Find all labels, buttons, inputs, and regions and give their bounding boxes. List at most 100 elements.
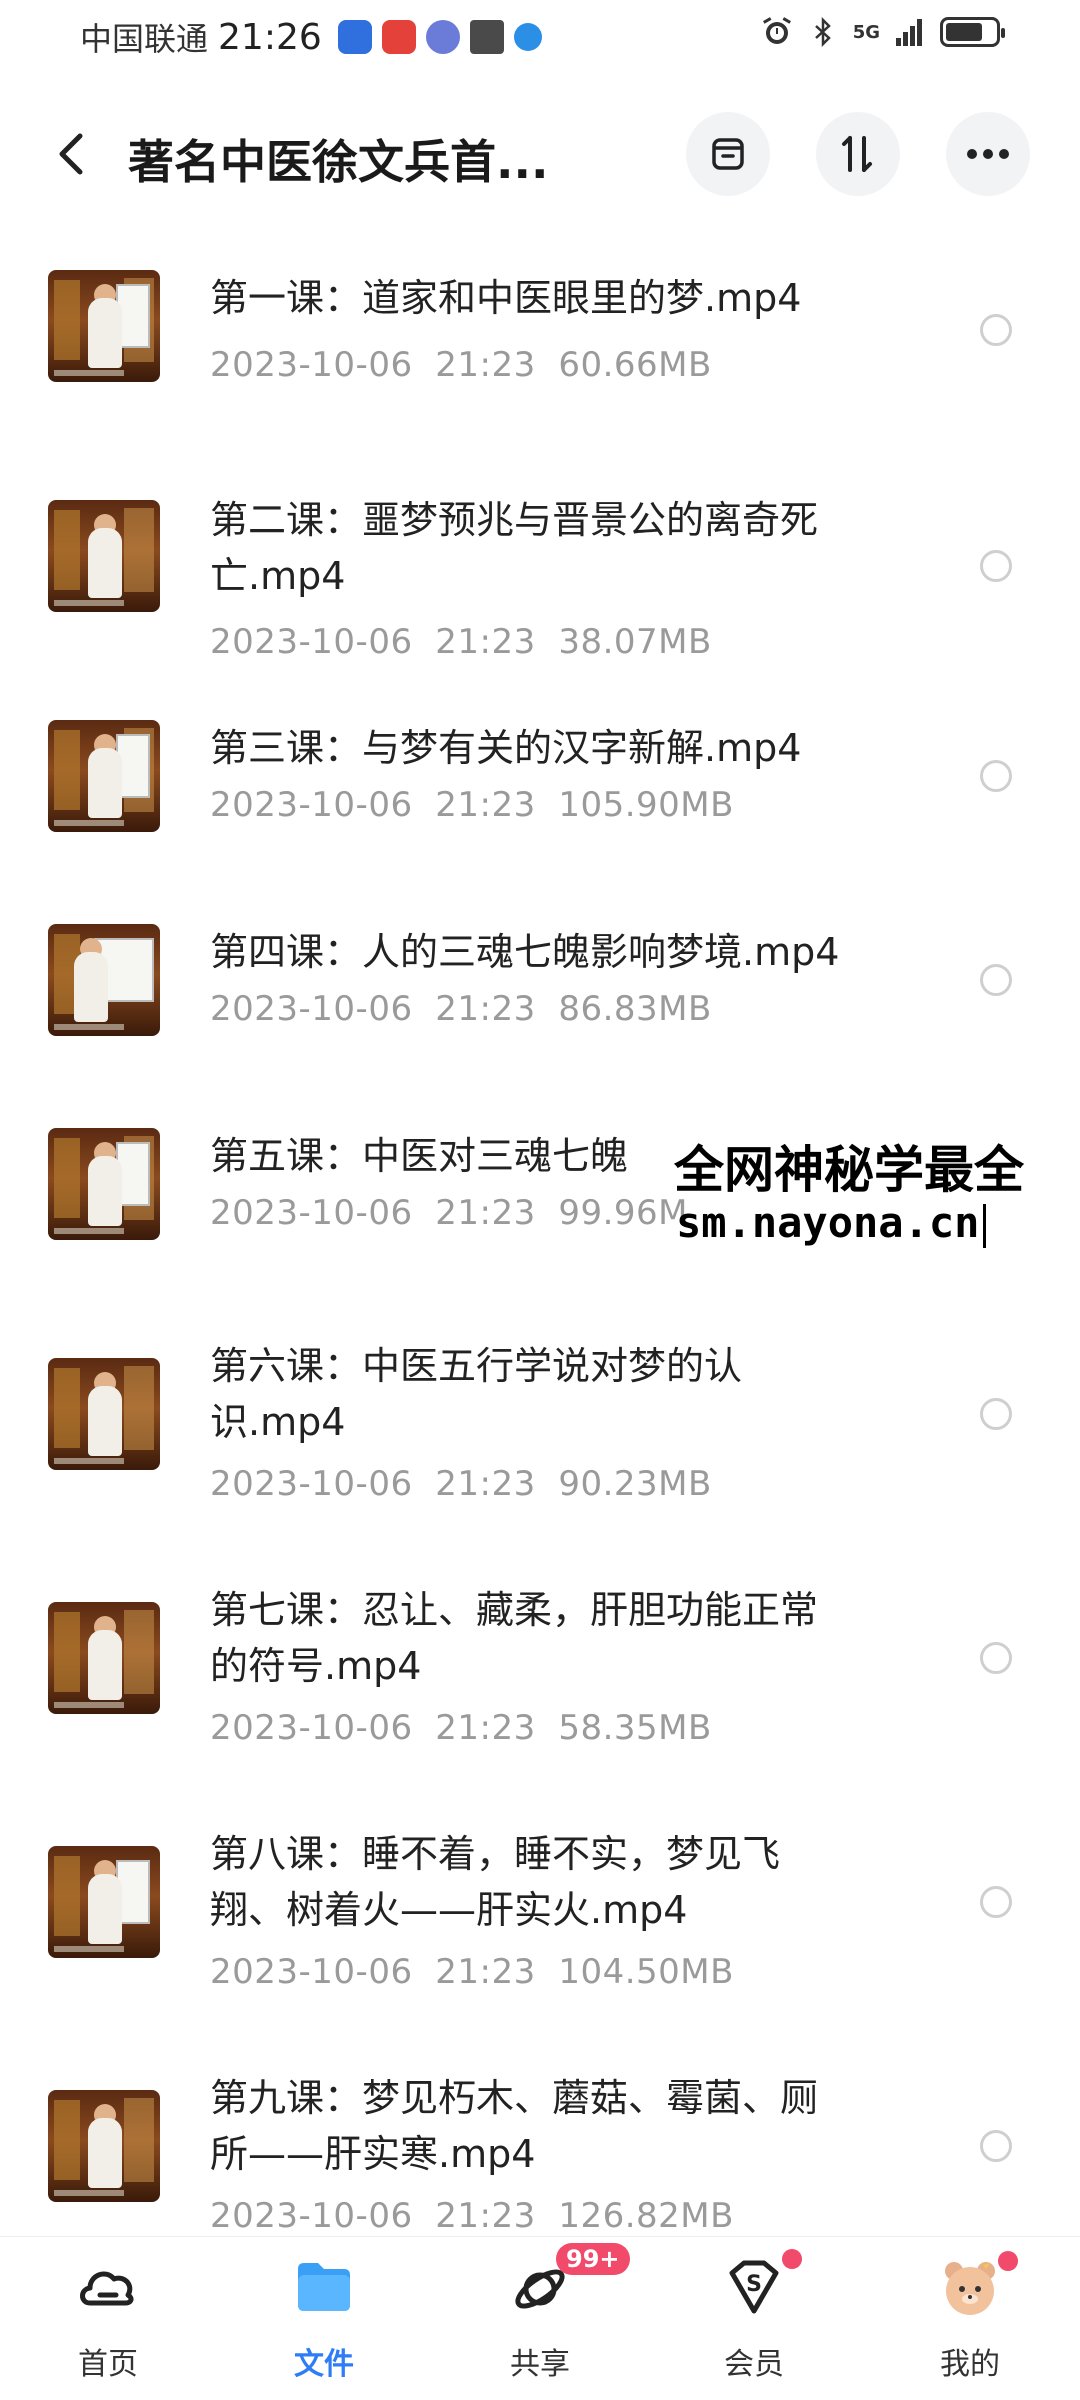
file-name-line1: 第六课：中医五行学说对梦的认 — [210, 1344, 743, 1388]
file-time: 21:23 — [435, 1952, 536, 1992]
watermark-url-text: sm.nayona.cn — [676, 1198, 980, 1247]
file-name-line1: 第七课：忍让、藏柔，肝胆功能正常 — [210, 1588, 819, 1632]
nav-profile[interactable]: 我的 — [890, 2251, 1050, 2385]
more-options-button[interactable] — [946, 112, 1030, 196]
file-date: 2023-10-06 — [210, 1952, 413, 1992]
file-date: 2023-10-06 — [210, 989, 413, 1029]
sort-button[interactable] — [816, 112, 900, 196]
file-name: 第一课：道家和中医眼里的梦.mp4 — [210, 276, 802, 320]
video-thumbnail — [48, 500, 160, 612]
select-radio[interactable] — [980, 760, 1012, 792]
file-size: 38.07MB — [558, 622, 712, 662]
file-time: 21:23 — [435, 1708, 536, 1748]
file-name-line2: 翔、树着火——肝实火.mp4 — [210, 1888, 688, 1932]
select-radio[interactable] — [980, 1886, 1012, 1918]
select-button[interactable] — [686, 112, 770, 196]
file-size: 105.90MB — [558, 785, 734, 825]
file-date: 2023-10-06 — [210, 1708, 413, 1748]
file-time: 21:23 — [435, 1464, 536, 1504]
select-radio[interactable] — [980, 964, 1012, 996]
bear-avatar-icon — [945, 2259, 995, 2315]
file-date: 2023-10-06 — [210, 345, 413, 385]
file-date: 2023-10-06 — [210, 2196, 413, 2236]
file-time: 21:23 — [435, 345, 536, 385]
file-meta: 2023-10-06 21:23 38.07MB — [210, 622, 712, 662]
file-name: 第二课：噩梦预兆与晋景公的离奇死 亡.mp4 — [210, 492, 910, 604]
file-time: 21:23 — [435, 785, 536, 825]
bottom-nav: 首页 文件 99+ 共享 S 会员 我的 — [0, 2236, 1080, 2400]
status-bar: 中国联通 21:26 5G — [0, 0, 1080, 70]
file-time: 21:23 — [435, 989, 536, 1029]
notification-app-icon — [337, 20, 372, 54]
notification-dot — [782, 2249, 802, 2269]
vip-diamond-icon: S — [729, 2260, 779, 2314]
text-cursor — [983, 1203, 987, 1248]
file-meta: 2023-10-06 21:23 99.96M — [210, 1193, 688, 1233]
nav-share-label: 共享 — [510, 2347, 570, 2382]
mail-icon — [469, 20, 504, 54]
network-type: 5G — [852, 21, 880, 43]
file-meta: 2023-10-06 21:23 86.83MB — [210, 989, 712, 1029]
sort-icon — [842, 136, 872, 172]
video-thumbnail — [48, 1358, 160, 1470]
page-title: 著名中医徐文兵首... — [128, 135, 549, 189]
alarm-icon — [762, 17, 791, 44]
nav-vip-label: 会员 — [724, 2347, 784, 2382]
file-name: 第六课：中医五行学说对梦的认 识.mp4 — [210, 1338, 910, 1450]
cloud-home-icon — [80, 2271, 134, 2306]
file-meta: 2023-10-06 21:23 105.90MB — [210, 785, 734, 825]
file-name-line2: 识.mp4 — [210, 1400, 346, 1444]
file-size: 86.83MB — [558, 989, 712, 1029]
file-meta: 2023-10-06 21:23 90.23MB — [210, 1464, 712, 1504]
browser-icon — [513, 23, 542, 51]
file-time: 21:23 — [435, 622, 536, 662]
clock: 21:26 — [218, 16, 322, 58]
music-icon — [425, 20, 460, 54]
battery-icon — [940, 17, 1005, 47]
file-date: 2023-10-06 — [210, 1464, 413, 1504]
nav-home-label: 首页 — [78, 2347, 138, 2382]
file-size: 58.35MB — [558, 1708, 712, 1748]
file-name-line2: 的符号.mp4 — [210, 1644, 422, 1688]
bluetooth-icon — [814, 16, 831, 48]
select-radio[interactable] — [980, 1398, 1012, 1430]
select-radio[interactable] — [980, 314, 1012, 346]
file-meta: 2023-10-06 21:23 104.50MB — [210, 1952, 734, 1992]
back-button[interactable] — [42, 124, 102, 184]
chevron-left-icon — [59, 133, 83, 175]
file-name-line1: 第八课：睡不着，睡不实，梦见飞 — [210, 1832, 781, 1876]
file-name: 第七课：忍让、藏柔，肝胆功能正常 的符号.mp4 — [210, 1582, 910, 1694]
watermark-text: 全网神秘学最全 — [674, 1141, 1024, 1199]
file-date: 2023-10-06 — [210, 785, 413, 825]
file-name: 第九课：梦见朽木、蘑菇、霉菌、厕 所——肝实寒.mp4 — [210, 2070, 910, 2182]
folder-icon — [298, 2263, 350, 2311]
nav-files[interactable]: 文件 — [244, 2255, 404, 2385]
file-size: 90.23MB — [558, 1464, 712, 1504]
file-time: 21:23 — [435, 1193, 536, 1233]
select-radio[interactable] — [980, 550, 1012, 582]
status-left: 中国联通 21:26 — [80, 14, 542, 60]
file-name-line1: 第二课：噩梦预兆与晋景公的离奇死 — [210, 498, 819, 542]
select-radio[interactable] — [980, 1642, 1012, 1674]
nav-files-label: 文件 — [294, 2347, 354, 2382]
notification-badge: 99+ — [556, 2243, 630, 2275]
video-thumbnail — [48, 1128, 160, 1240]
video-thumbnail — [48, 924, 160, 1036]
file-date: 2023-10-06 — [210, 1193, 413, 1233]
file-size: 60.66MB — [558, 345, 712, 385]
nav-home[interactable]: 首页 — [28, 2255, 188, 2385]
notification-app-icon — [381, 20, 416, 54]
signal-icon — [896, 19, 922, 46]
nav-vip[interactable]: S 会员 — [674, 2249, 834, 2385]
status-right: 5G — [761, 16, 1005, 48]
more-horizontal-icon — [967, 149, 1009, 159]
video-thumbnail — [48, 270, 160, 382]
file-name: 第三课：与梦有关的汉字新解.mp4 — [210, 726, 802, 770]
video-thumbnail — [48, 1846, 160, 1958]
select-radio[interactable] — [980, 2130, 1012, 2162]
nav-share[interactable]: 99+ 共享 — [460, 2243, 630, 2385]
file-name-line2: 亡.mp4 — [210, 554, 346, 598]
video-thumbnail — [48, 1602, 160, 1714]
archive-box-icon — [712, 138, 744, 170]
file-name: 第八课：睡不着，睡不实，梦见飞 翔、树着火——肝实火.mp4 — [210, 1826, 910, 1938]
